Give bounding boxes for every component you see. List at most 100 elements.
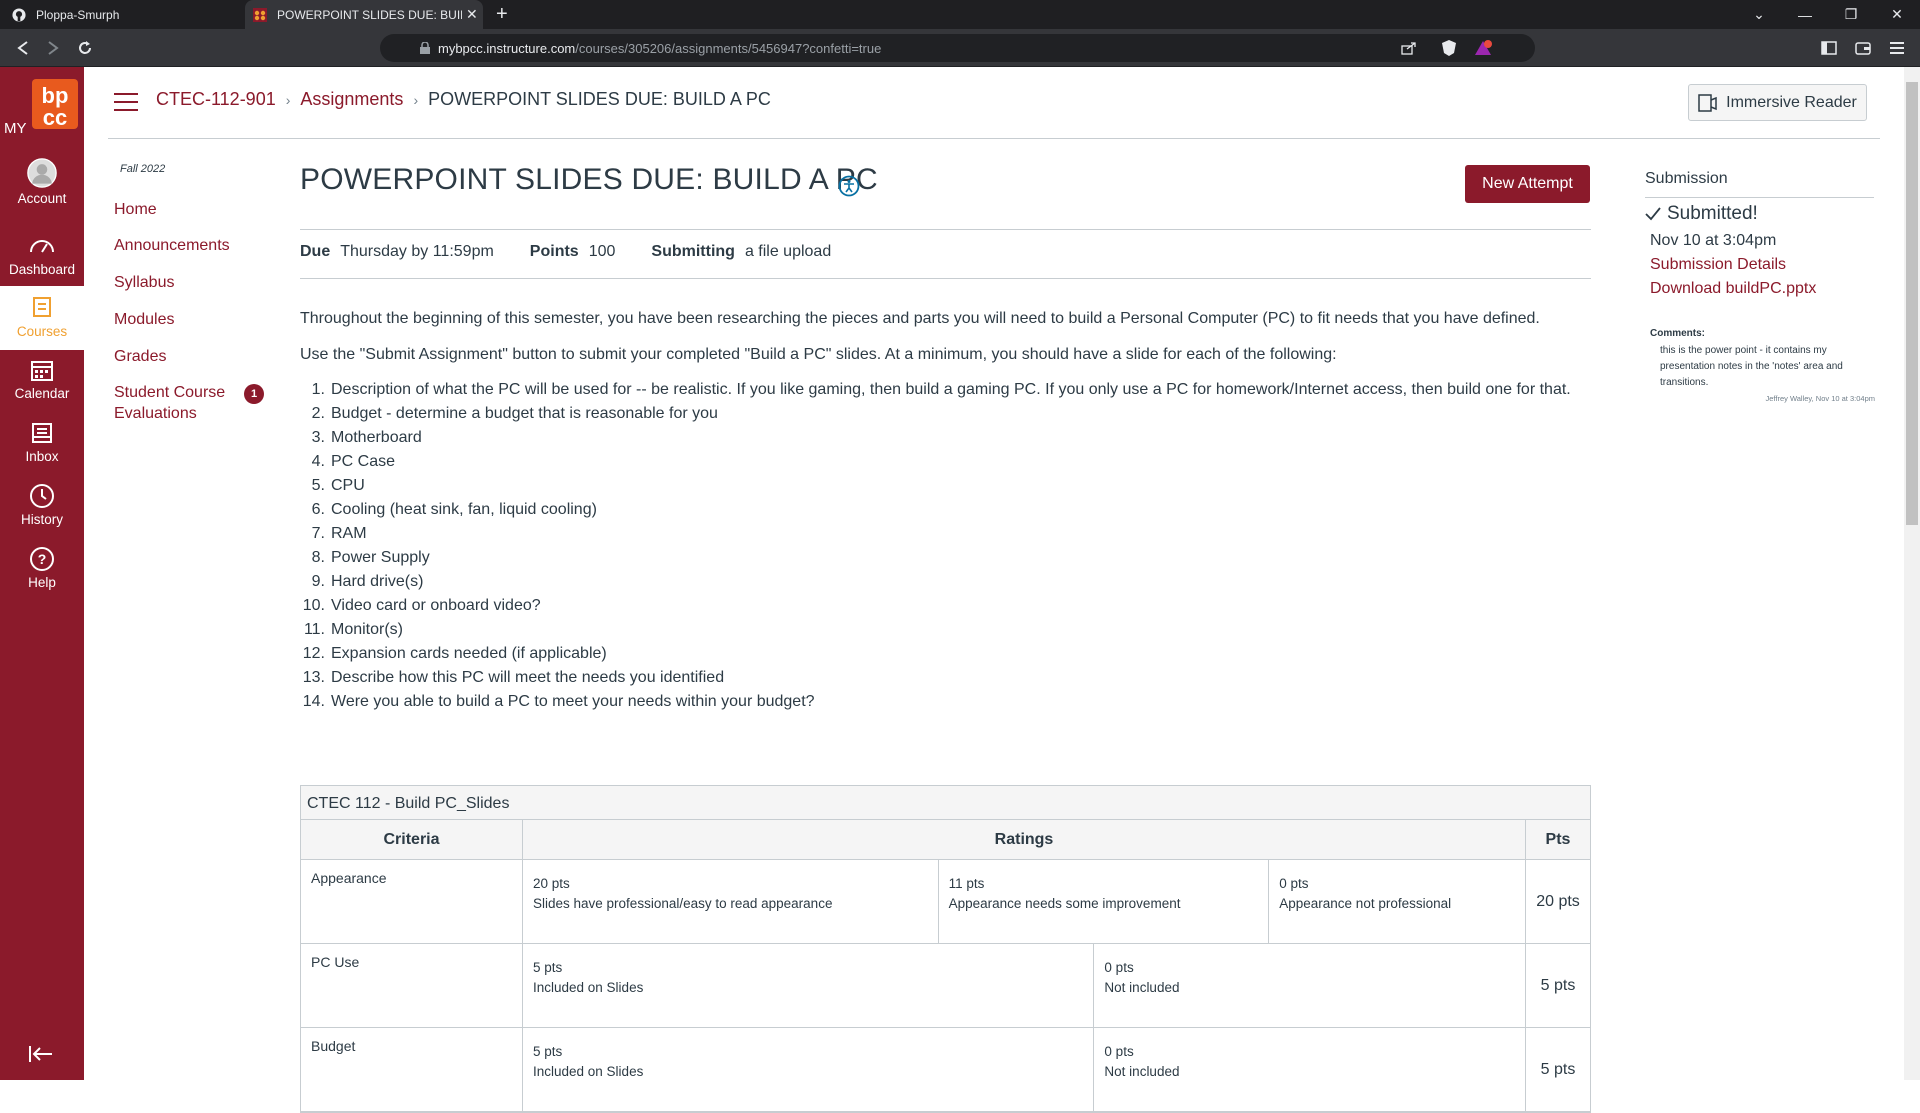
tab-title: Ploppa-Smurph [36,7,120,22]
url-path: /courses/305206/assignments/5456947?conf… [575,40,882,56]
rubric-criteria-header: Criteria [301,820,523,859]
list-item: 9. Hard drive(s) [300,573,1571,597]
list-number: 14. [302,693,325,710]
address-bar[interactable]: mybpcc.instructure.com/courses/305206/as… [380,34,1535,62]
list-item: 6. Cooling (heat sink, fan, liquid coolin… [300,501,1571,525]
rating-description: Included on Slides [533,980,644,995]
canvas-favicon-icon [253,7,267,22]
gnav-calendar[interactable]: Calendar [0,354,84,414]
course-nav-home[interactable]: Home [114,199,157,220]
gnav-inbox[interactable]: Inbox [0,417,84,477]
list-item: 5. CPU [300,477,1571,501]
list-item-text: Expansion cards needed (if applicable) [331,645,607,662]
gnav-label: Inbox [25,449,59,464]
list-number: 9. [311,573,325,590]
svg-text:MY: MY [4,120,27,137]
list-item: 7. RAM [300,525,1571,549]
wallet-icon[interactable] [1852,37,1874,59]
forward-icon[interactable] [42,37,64,59]
share-icon[interactable] [1398,37,1420,59]
collapse-nav-icon[interactable] [28,1045,54,1068]
submission-date: Nov 10 at 3:04pm [1650,232,1777,249]
brave-rewards-icon[interactable] [1472,37,1494,59]
submission-details-link[interactable]: Submission Details [1650,256,1786,274]
divider [300,229,1591,230]
download-file-link[interactable]: Download buildPC.pptx [1650,280,1816,298]
immersive-reader-icon [1698,93,1718,112]
gnav-history[interactable]: History [0,480,84,540]
list-item: 4. PC Case [300,453,1571,477]
tab-search-icon[interactable]: ⌄ [1736,0,1782,29]
sidebar-toggle-icon[interactable] [1818,37,1840,59]
checkmark-icon [1645,207,1661,221]
list-item-text: PC Case [331,453,396,470]
mybpcc-logo[interactable]: bp cc MY [2,77,82,137]
back-icon[interactable] [12,37,34,59]
list-item-text: Motherboard [331,429,422,446]
gnav-help[interactable]: ? Help [0,543,84,603]
course-nav-evaluations[interactable]: Student Course Evaluations [114,382,225,424]
submitting-label: Submitting [651,243,735,260]
rubric-criterion: Budget [301,1028,523,1111]
immersive-reader-button[interactable]: Immersive Reader [1688,84,1867,121]
course-nav-announcements[interactable]: Announcements [114,235,230,256]
list-number: 3. [311,429,325,446]
immersive-reader-label: Immersive Reader [1726,93,1857,111]
gnav-label: Dashboard [8,262,76,277]
gnav-dashboard[interactable]: Dashboard [0,230,84,290]
rubric-pts-header: Pts [1545,830,1571,848]
list-item-text: CPU [331,477,365,494]
breadcrumb-course[interactable]: CTEC-112-901 [156,89,276,110]
list-item: 1. Description of what the PC will be use… [300,381,1571,405]
description-paragraph: Throughout the beginning of this semeste… [300,310,1540,327]
list-item: 12. Expansion cards needed (if applicable… [300,645,1571,669]
restore-icon[interactable]: ❐ [1828,0,1874,29]
rubric-rating: 0 pts Not included [1094,1028,1525,1111]
list-item-text: Power Supply [331,549,430,566]
list-number: 5. [311,477,325,494]
minimize-icon[interactable]: — [1782,0,1828,29]
scrollbar-thumb[interactable] [1906,82,1918,525]
gnav-account[interactable]: Account [0,157,84,217]
list-item-text: Were you able to build a PC to meet your… [331,693,815,710]
menu-icon[interactable] [1886,37,1908,59]
close-window-icon[interactable]: ✕ [1874,0,1920,29]
breadcrumb-assignments[interactable]: Assignments [300,89,403,110]
rubric-ratings: 5 pts Included on Slides 0 pts Not included [523,944,1526,1027]
evaluations-line2: Evaluations [114,405,197,422]
new-tab-icon[interactable]: + [496,3,508,25]
rubric-row: Appearance 20 pts Slides have professional… [301,860,1590,944]
rating-points: 20 pts [533,876,570,891]
reload-icon[interactable] [74,37,96,59]
courses-icon [27,292,57,324]
gnav-courses[interactable]: Courses [0,286,84,350]
page-title: POWERPOINT SLIDES DUE: BUILD A PC [300,163,878,196]
browser-tab[interactable]: Ploppa-Smurph [0,0,245,29]
close-tab-icon[interactable]: ✕ [466,6,478,23]
list-number: 6. [311,501,325,518]
instructions-paragraph: Use the "Submit Assignment" button to su… [300,346,1337,363]
list-number: 13. [302,669,325,686]
rubric-rating: 0 pts Appearance not professional [1269,860,1525,943]
submission-heading: Submission [1645,170,1728,187]
global-nav: bp cc MY Account Dashboard Courses Calen… [0,67,84,1080]
list-number: 10. [302,597,325,614]
rubric-row-points: 5 pts [1540,1060,1576,1078]
gnav-label: Help [28,575,56,590]
accessibility-icon[interactable] [838,175,860,197]
submission-status: Submitted! [1645,203,1758,225]
browser-tab-active[interactable]: POWERPOINT SLIDES DUE: BUILD A PC ✕ [245,0,483,29]
brave-shield-icon[interactable] [1438,37,1460,59]
new-attempt-button[interactable]: New Attempt [1465,165,1590,203]
svg-text:cc: cc [43,105,67,130]
list-item-text: Hard drive(s) [331,573,424,590]
course-menu-toggle[interactable] [114,93,138,111]
rubric-rating: 20 pts Slides have professional/easy to r… [523,860,939,943]
rating-points: 0 pts [1104,960,1134,975]
course-nav-syllabus[interactable]: Syllabus [114,272,174,293]
course-nav-modules[interactable]: Modules [114,309,174,330]
url-host: mybpcc.instructure.com [438,40,576,56]
gnav-label: Courses [16,324,68,339]
list-item: 8. Power Supply [300,549,1571,573]
course-nav-grades[interactable]: Grades [114,346,166,367]
